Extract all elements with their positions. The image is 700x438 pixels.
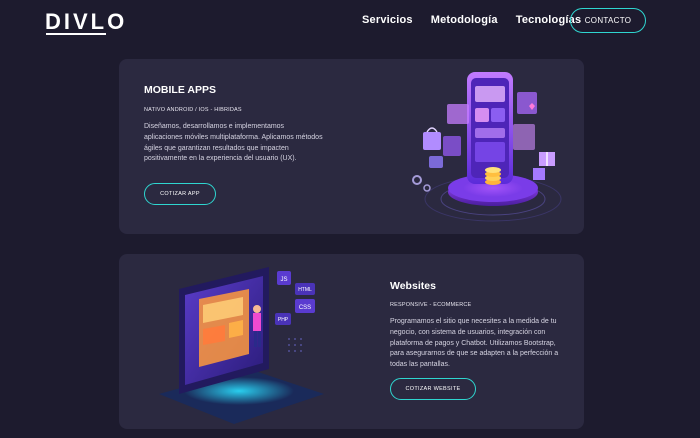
html-tag: HTML [298,287,312,293]
main-nav: Servicios Metodología Tecnologías [362,14,599,26]
nav-item-metodologia[interactable]: Metodología [431,14,498,26]
shopping-bag-icon [423,127,441,150]
gear-icon [412,175,431,192]
logo[interactable]: DIVLO [45,9,127,35]
cotizar-app-button[interactable]: COTIZAR APP [144,183,216,205]
css-tag: CSS [299,305,311,311]
card-description: Diseñamos, desarrollamos e implementamos… [144,123,323,163]
contact-button[interactable]: CONTACTO [570,8,646,33]
logo-underline [46,33,106,35]
cotizar-website-button[interactable]: COTIZAR WEBSITE [390,378,476,400]
card-title: Websites [390,280,436,292]
card-subtitle: RESPONSIVE - ECOMMERCE [390,302,472,308]
website-illustration: JS HTML CSS PHP [159,267,324,424]
dots-pattern [288,338,302,352]
code-tags: JS HTML CSS PHP [275,271,315,325]
mobile-app-illustration [412,72,562,222]
websites-card: JS HTML CSS PHP Websites RESPONSIVE - EC… [119,254,584,429]
mobile-apps-card: MOBILE APPS NATIVO ANDROID / IOS - HIBRI… [119,59,584,234]
js-tag: JS [280,277,287,283]
site-header: DIVLO Servicios Metodología Tecnologías … [0,0,700,44]
coins-icon [485,167,501,185]
php-tag: PHP [278,317,289,323]
card-title: MOBILE APPS [144,84,216,96]
cart-icon [429,156,443,168]
nav-item-servicios[interactable]: Servicios [362,14,413,26]
card-subtitle: NATIVO ANDROID / IOS - HIBRIDAS [144,107,242,113]
phone-icon [467,72,513,184]
developer-figure-icon [253,305,261,347]
gift-icon [533,152,555,180]
card-description: Programamos el sitio que necesites a la … [390,318,559,369]
